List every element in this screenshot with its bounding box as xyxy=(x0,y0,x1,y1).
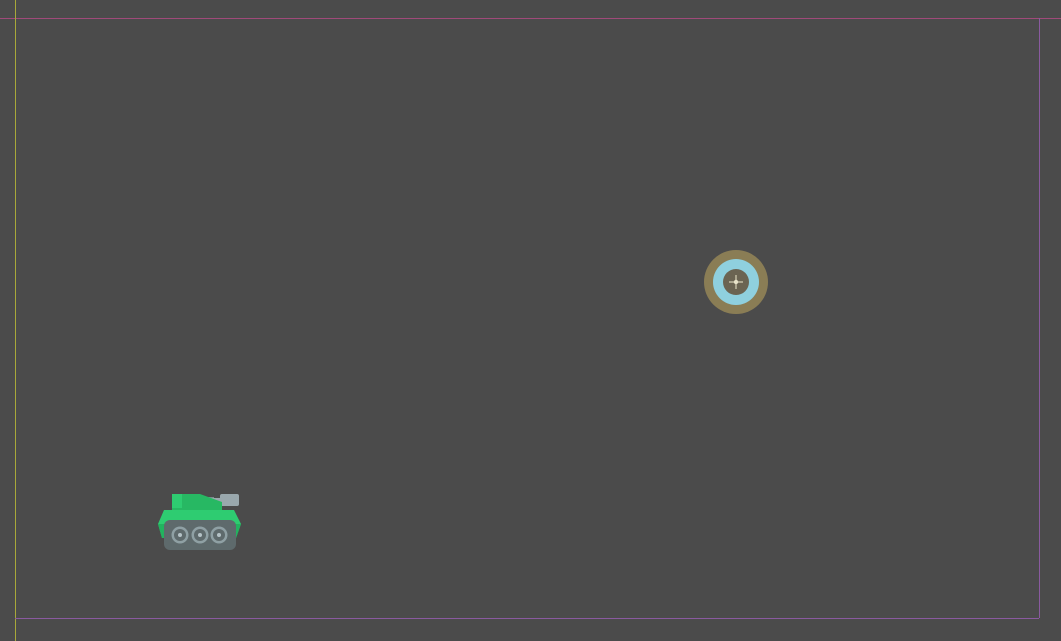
right-boundary-line xyxy=(1039,18,1040,618)
top-guide-line xyxy=(0,18,1061,19)
target-icon[interactable] xyxy=(704,250,768,314)
game-viewport[interactable] xyxy=(0,0,1061,641)
bottom-boundary-line xyxy=(15,618,1039,619)
crosshair-dot xyxy=(733,279,739,285)
left-guide-line xyxy=(15,0,16,641)
tank-turret-hatch xyxy=(172,494,182,508)
tank-icon[interactable] xyxy=(156,490,244,554)
tank-wheels xyxy=(171,526,228,544)
tank-barrel-tip xyxy=(220,494,239,506)
